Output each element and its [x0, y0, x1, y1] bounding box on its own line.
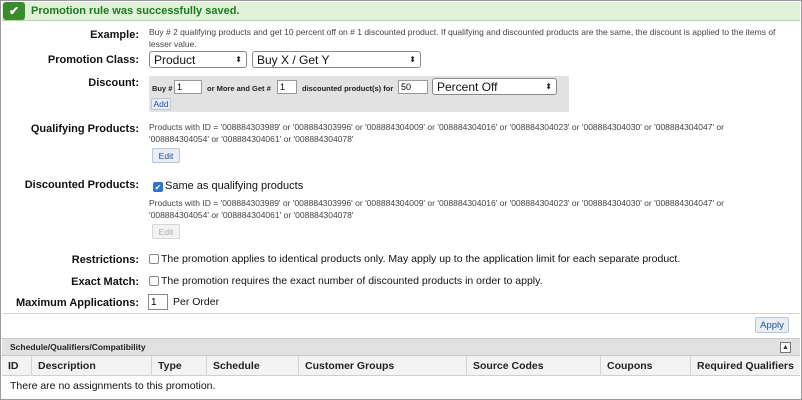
exact-match-label: Exact Match: [71, 276, 139, 288]
restrictions-label: Restrictions: [71, 254, 139, 266]
promotion-class-label: Promotion Class: [47, 54, 139, 66]
same-as-qualifying-label: Same as qualifying products [165, 180, 304, 192]
edit-qualifying-button[interactable]: Edit [152, 148, 180, 163]
exact-match-checkbox[interactable] [149, 276, 159, 286]
promotion-class-value: Product [154, 52, 196, 67]
promotion-rule-page: ✔ Promotion rule was successfully saved.… [0, 0, 802, 400]
discounted-products-line2: '008884304054' or '008884304061' or '008… [149, 210, 354, 220]
discount-amount-input[interactable] [398, 80, 428, 94]
qualifying-products-line2: '008884304054' or '008884304061' or '008… [149, 134, 354, 144]
column-header[interactable]: Coupons [601, 356, 691, 376]
buy-quantity-input[interactable] [174, 80, 202, 94]
restrictions-checkbox[interactable] [149, 254, 159, 264]
column-header[interactable]: Schedule [207, 356, 299, 376]
select-arrows-icon: ⬍ [235, 55, 242, 64]
discounted-products-label: Discounted Products: [24, 179, 139, 191]
restrictions-text: The promotion applies to identical produ… [161, 253, 681, 265]
discount-mode-value: Percent Off [437, 79, 498, 94]
get-quantity-input[interactable] [277, 80, 297, 94]
discount-panel: Buy # or More and Get # discounted produ… [149, 76, 569, 112]
select-arrows-icon: ⬍ [409, 55, 416, 64]
form-divider [2, 313, 800, 314]
max-applications-label: Maximum Applications: [15, 297, 139, 309]
collapse-icon[interactable]: ▲ [780, 342, 791, 353]
discounted-products-label: discounted product(s) for [302, 84, 394, 93]
column-header[interactable]: Required Qualifiers [691, 356, 800, 376]
column-header[interactable]: Type [152, 356, 207, 376]
per-order-label: Per Order [173, 296, 220, 308]
checkmark-icon: ✔ [3, 2, 25, 20]
example-text: Buy # 2 qualifying products and get 10 p… [149, 27, 776, 49]
exact-match-text: The promotion requires the exact number … [161, 275, 543, 287]
discounted-products-list: Products with ID = '008884303989' or '00… [149, 197, 789, 221]
apply-button[interactable]: Apply [755, 317, 789, 333]
more-get-label: or More and Get # [207, 84, 271, 93]
column-header[interactable]: ID [2, 356, 32, 376]
section-title: Schedule/Qualifiers/Compatibility [10, 342, 146, 352]
example-label: Example: [90, 29, 139, 41]
success-banner: ✔ Promotion rule was successfully saved. [2, 2, 800, 21]
promotion-type-value: Buy X / Get Y [257, 52, 330, 67]
same-as-qualifying-checkbox[interactable]: ✔ [153, 182, 163, 192]
qualifying-products-line1: Products with ID = '008884303989' or '00… [149, 122, 724, 132]
max-applications-input[interactable] [148, 294, 168, 310]
success-message: Promotion rule was successfully saved. [31, 5, 240, 17]
promotion-class-select[interactable]: Product ⬍ [149, 51, 247, 68]
discount-mode-select[interactable]: Percent Off ⬍ [432, 78, 557, 95]
qualifying-products-label: Qualifying Products: [30, 123, 139, 135]
no-assignments-message: There are no assignments to this promoti… [10, 380, 216, 392]
discounted-products-line1: Products with ID = '008884303989' or '00… [149, 198, 724, 208]
assignments-table-header: ID Description Type Schedule Customer Gr… [2, 356, 800, 376]
discount-label: Discount: [88, 77, 139, 89]
select-arrows-icon: ⬍ [545, 82, 552, 91]
promotion-type-select[interactable]: Buy X / Get Y ⬍ [252, 51, 421, 68]
edit-discounted-button[interactable]: Edit [152, 224, 180, 239]
qualifying-products-list: Products with ID = '008884303989' or '00… [149, 121, 789, 145]
schedule-section-header: Schedule/Qualifiers/Compatibility ▲ [2, 338, 800, 356]
column-header[interactable]: Description [32, 356, 152, 376]
column-header[interactable]: Source Codes [467, 356, 601, 376]
add-discount-button[interactable]: Add [151, 98, 171, 110]
buy-label: Buy # [152, 84, 173, 93]
column-header[interactable]: Customer Groups [299, 356, 467, 376]
